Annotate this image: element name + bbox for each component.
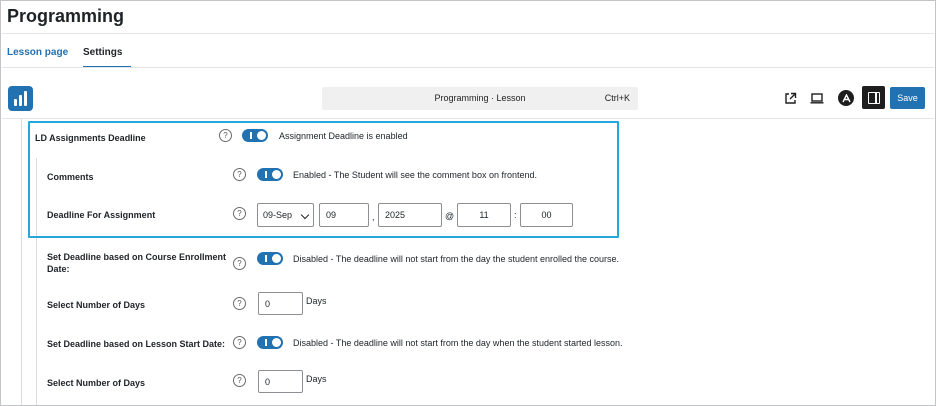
device-preview-icon[interactable]	[807, 88, 827, 108]
comments-label: Comments	[47, 172, 94, 182]
deadline-hour-input[interactable]	[457, 203, 511, 227]
toolbar-divider	[2, 118, 934, 119]
assignments-deadline-toggle[interactable]	[242, 129, 268, 142]
save-button[interactable]: Save	[890, 87, 925, 109]
page-title: Programming	[7, 6, 125, 26]
deadline-year-input[interactable]	[378, 203, 442, 227]
deadline-day-separator: ,	[372, 212, 375, 222]
deadline-at-separator: @	[445, 211, 455, 221]
lesson-days-unit: Days	[306, 374, 327, 384]
enrollment-deadline-toggle[interactable]	[257, 252, 283, 265]
lesson-days-input[interactable]	[258, 370, 303, 393]
help-icon[interactable]: ?	[233, 336, 246, 349]
deadline-time-separator: :	[514, 210, 517, 220]
lesson-start-deadline-label: Set Deadline based on Lesson Start Date:	[47, 339, 226, 349]
enrollment-days-label: Select Number of Days	[47, 300, 146, 310]
external-link-icon[interactable]	[780, 88, 800, 108]
assignments-deadline-label: LD Assignments Deadline	[35, 133, 146, 143]
comments-toggle[interactable]	[257, 168, 283, 181]
help-icon[interactable]: ?	[233, 297, 246, 310]
editor-frame: Programming Lesson page Settings Program…	[0, 0, 936, 406]
command-palette-bar[interactable]: Programming · Lesson Ctrl+K	[322, 87, 638, 110]
help-icon[interactable]: ?	[233, 168, 246, 181]
deadline-day-input[interactable]	[319, 203, 369, 227]
ai-assistant-icon[interactable]	[836, 88, 856, 108]
comments-status: Enabled - The Student will see the comme…	[293, 170, 537, 180]
deadline-month-select[interactable]: 09-Sep	[257, 203, 314, 227]
chevron-down-icon	[300, 210, 310, 220]
tab-lesson-page[interactable]: Lesson page	[7, 47, 68, 58]
settings-outline	[21, 119, 22, 405]
help-icon[interactable]: ?	[219, 129, 232, 142]
enrollment-deadline-label: Set Deadline based on Course Enrollment …	[47, 252, 227, 274]
header-divider	[2, 33, 934, 34]
enrollment-days-unit: Days	[306, 296, 327, 306]
deadline-month-value: 09-Sep	[263, 210, 293, 220]
editor-toolbar: Programming · Lesson Ctrl+K Save	[2, 68, 934, 118]
command-bar-shortcut: Ctrl+K	[604, 93, 630, 103]
help-icon[interactable]: ?	[233, 257, 246, 270]
deadline-minute-input[interactable]	[520, 203, 573, 227]
lesson-start-deadline-toggle[interactable]	[257, 336, 283, 349]
command-bar-title: Programming · Lesson	[434, 93, 526, 103]
lesson-days-label: Select Number of Days	[47, 378, 146, 388]
help-icon[interactable]: ?	[233, 207, 246, 220]
deadline-label: Deadline For Assignment	[47, 210, 156, 220]
enrollment-days-input[interactable]	[258, 292, 303, 315]
tab-settings[interactable]: Settings	[83, 47, 122, 58]
help-icon[interactable]: ?	[233, 374, 246, 387]
assignments-deadline-status: Assignment Deadline is enabled	[279, 131, 408, 141]
settings-panel-toggle-icon[interactable]	[862, 86, 885, 109]
app-logo-icon[interactable]	[8, 86, 33, 111]
lesson-start-deadline-status: Disabled - The deadline will not start f…	[293, 338, 623, 348]
enrollment-deadline-status: Disabled - The deadline will not start f…	[293, 254, 620, 264]
